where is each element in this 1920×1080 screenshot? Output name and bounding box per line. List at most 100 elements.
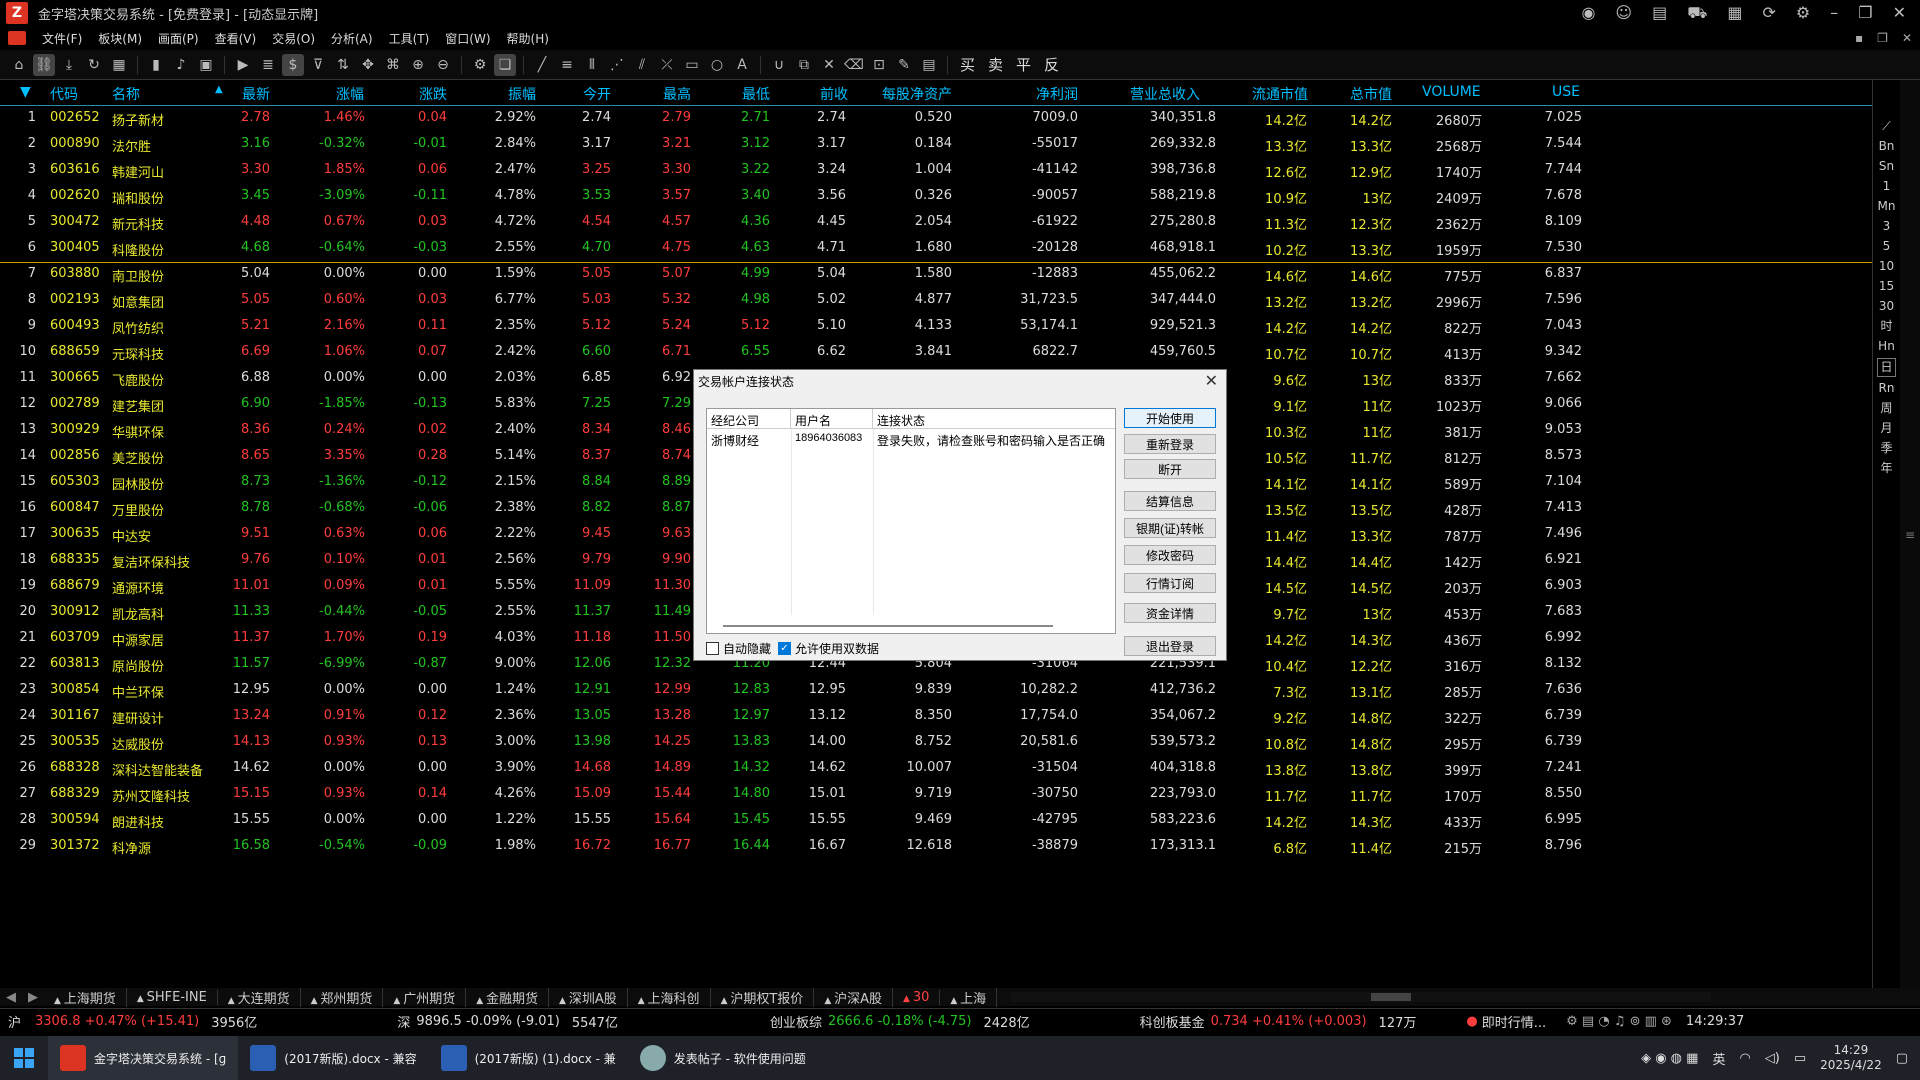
period-item[interactable]: 10 <box>1879 258 1894 275</box>
broker-cell[interactable]: 浙博财经 <box>707 429 763 449</box>
col-open[interactable]: 今开 <box>583 84 611 104</box>
download-icon[interactable]: ⤓ <box>58 54 80 76</box>
text-tool-icon[interactable]: A <box>731 54 753 76</box>
period-item[interactable]: 月 <box>1880 420 1892 437</box>
menu-screen[interactable]: 画面(P) <box>150 30 207 47</box>
line-tool-icon[interactable]: ╱ <box>531 54 553 76</box>
disconnect-button[interactable]: 断开 <box>1124 459 1216 479</box>
checkmark-icon[interactable]: ✓ <box>778 642 791 655</box>
volume-icon[interactable]: ◁) <box>1765 1051 1780 1066</box>
copy-icon[interactable]: ❏ <box>494 53 516 76</box>
mdi-close-icon[interactable]: ✕ <box>1902 31 1912 45</box>
table-row[interactable]: 28 300594 朗进科技 15.55 0.00% 0.00 1.22% 15.55 15.6… <box>0 808 1872 834</box>
refresh-icon[interactable]: ↻ <box>83 54 105 76</box>
menu-window[interactable]: 窗口(W) <box>437 30 498 47</box>
user-icon[interactable]: ☺ <box>1615 3 1632 24</box>
period-item[interactable]: 时 <box>1880 318 1892 335</box>
image-icon[interactable]: ▣ <box>195 54 217 76</box>
col-chg[interactable]: 涨跌 <box>419 84 447 104</box>
scrollbar-thumb[interactable] <box>1371 993 1412 1001</box>
period-item[interactable]: 季 <box>1880 440 1892 457</box>
horizontal-scrollbar[interactable] <box>1011 992 1712 1002</box>
trash-icon[interactable]: ⌫ <box>843 54 865 76</box>
bank-transfer-button[interactable]: 银期(证)转帐 <box>1124 518 1216 538</box>
taskbar-app-word1[interactable]: (2017新版).docx - 兼容 <box>238 1036 428 1080</box>
gear-icon[interactable]: ⚙ <box>469 54 491 76</box>
table-row[interactable]: 8 002193 如意集团 5.05 0.60% 0.03 6.77% 5.03 5.32 4.9… <box>0 288 1872 314</box>
circle-icon[interactable]: ○ <box>706 54 728 76</box>
save-icon[interactable]: ▤ <box>918 54 940 76</box>
market-tab[interactable]: ▲ 深圳A股 <box>549 987 628 1007</box>
buy-button[interactable]: 买 <box>955 54 980 75</box>
restore-icon[interactable]: ❐ <box>1858 3 1872 24</box>
close-position-button[interactable]: 平 <box>1011 54 1036 75</box>
market-tab[interactable]: ▲ 30 <box>893 989 941 1005</box>
layers-icon[interactable]: ⧉ <box>793 54 815 76</box>
link-icon[interactable]: ⛓ <box>33 53 55 76</box>
table-row[interactable]: 5 300472 新元科技 4.48 0.67% 0.03 4.72% 4.54 4.57 4.3… <box>0 210 1872 236</box>
col-last[interactable]: 最新 <box>242 84 270 104</box>
cart-icon[interactable]: ⛟ <box>1687 3 1707 24</box>
rectangle-icon[interactable]: ▭ <box>681 54 703 76</box>
play-icon[interactable]: ▶ <box>232 54 254 76</box>
market-tab[interactable]: ▲ 上海科创 <box>628 987 711 1007</box>
sort-icon[interactable]: ⇅ <box>332 54 354 76</box>
col-status[interactable]: 连接状态 <box>873 409 1115 429</box>
tab-scroll-left-icon[interactable]: ◀ <box>0 990 22 1005</box>
mdi-minimize-icon[interactable]: ▪ <box>1855 31 1863 45</box>
table-row[interactable]: 25 300535 达威股份 14.13 0.93% 0.13 3.00% 13.98 14.2… <box>0 730 1872 756</box>
magnet-icon[interactable]: ∪ <box>768 54 790 76</box>
period-item[interactable]: 5 <box>1883 238 1891 255</box>
fund-detail-button[interactable]: 资金详情 <box>1124 603 1216 623</box>
cross-line-icon[interactable]: ⤫ <box>656 54 678 76</box>
col-revenue[interactable]: 营业总收入 <box>1130 84 1200 104</box>
period-item[interactable]: 年 <box>1880 460 1892 477</box>
market-tab[interactable]: ▲ 沪期权T报价 <box>711 987 815 1007</box>
col-total-mv[interactable]: 总市值 <box>1350 84 1392 104</box>
col-volume[interactable]: VOLUME <box>1422 84 1481 100</box>
dialog-close-icon[interactable]: ✕ <box>1205 371 1218 391</box>
col-high[interactable]: 最高 <box>663 84 691 104</box>
period-item[interactable]: 日 <box>1877 358 1896 377</box>
market-tab[interactable]: ▲ 金融期货 <box>466 987 550 1007</box>
col-broker[interactable]: 经纪公司 <box>707 409 791 429</box>
col-pct[interactable]: 涨幅 <box>336 84 364 104</box>
channel-tool-icon[interactable]: ≡ <box>556 54 578 76</box>
market-tab[interactable]: ▲ 郑州期货 <box>301 987 384 1007</box>
col-username[interactable]: 用户名 <box>791 409 873 429</box>
period-item[interactable]: 1 <box>1883 178 1891 195</box>
grid-icon[interactable]: ▦ <box>108 54 130 76</box>
market-tab[interactable]: ▲ 沪深A股 <box>814 987 894 1007</box>
vertical-lines-icon[interactable]: ⦀ <box>581 54 603 76</box>
document-icon[interactable]: ▤ <box>1652 3 1667 24</box>
checkbox-unchecked[interactable] <box>706 642 719 655</box>
logout-button[interactable]: 退出登录 <box>1124 636 1216 656</box>
col-float-mv[interactable]: 流通市值 <box>1252 84 1308 104</box>
auto-hide-checkbox[interactable]: 自动隐藏 <box>706 640 771 657</box>
delete-icon[interactable]: ✕ <box>818 54 840 76</box>
table-row[interactable]: 23 300854 中兰环保 12.95 0.00% 0.00 1.24% 12.91 12.9… <box>0 678 1872 704</box>
mdi-restore-icon[interactable]: ❐ <box>1877 31 1888 45</box>
zoom-in-icon[interactable]: ⊕ <box>407 54 429 76</box>
table-row[interactable]: 7 603880 南卫股份 5.04 0.00% 0.00 1.59% 5.05 5.07 4.9… <box>0 262 1872 288</box>
table-row[interactable]: 9 600493 凤竹纺织 5.21 2.16% 0.11 2.35% 5.12 5.24 5.1… <box>0 314 1872 340</box>
move-icon[interactable]: ✥ <box>357 54 379 76</box>
home-icon[interactable]: ⌂ <box>8 54 30 76</box>
table-row[interactable]: 1 002652 扬子新材 2.78 1.46% 0.04 2.92% 2.74 2.79 2.7… <box>0 106 1872 132</box>
status-cell[interactable]: 登录失败，请检查账号和密码输入是否正确 <box>873 429 1109 449</box>
period-item[interactable]: Hn <box>1878 338 1895 355</box>
period-item[interactable]: Mn <box>1878 198 1896 215</box>
menu-help[interactable]: 帮助(H) <box>499 30 557 47</box>
table-row[interactable]: 29 301372 科净源 16.58 -0.54% -0.09 1.98% 16.72 16.… <box>0 834 1872 860</box>
col-low[interactable]: 最低 <box>742 84 770 104</box>
taskbar-clock[interactable]: 14:29 2025/4/22 <box>1820 1043 1882 1073</box>
dollar-icon[interactable]: $ <box>282 53 304 76</box>
allow-dual-checkbox[interactable]: ✓ 允许使用双数据 <box>778 640 879 657</box>
vertical-scrollbar[interactable]: ≡ <box>1900 80 1920 990</box>
period-item[interactable]: Rn <box>1879 380 1895 397</box>
table-row[interactable]: 27 688329 苏州艾隆科技 15.15 0.93% 0.14 4.26% 15.09 15… <box>0 782 1872 808</box>
sell-button[interactable]: 卖 <box>983 54 1008 75</box>
windows-start-icon[interactable] <box>0 1048 48 1068</box>
settlement-button[interactable]: 结算信息 <box>1124 491 1216 511</box>
taskbar-app-word2[interactable]: (2017新版) (1).docx - 兼 <box>429 1036 628 1080</box>
